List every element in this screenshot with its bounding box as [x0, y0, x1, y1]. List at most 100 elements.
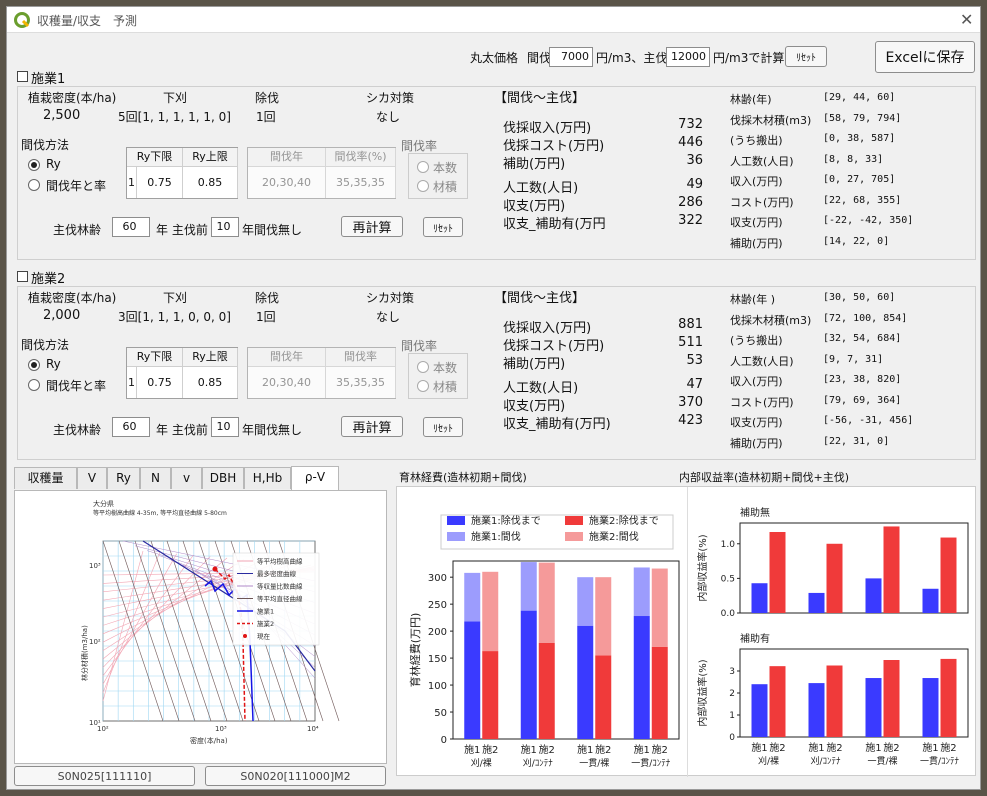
op2-radio-ry[interactable]: [28, 359, 40, 371]
app-logo-icon: [14, 12, 30, 28]
op2-radio-year[interactable]: [28, 379, 40, 391]
op2-ry-high-cell[interactable]: 0.85: [183, 367, 238, 398]
op1-checkbox[interactable]: [17, 71, 28, 82]
op2-detail-value: [72, 100, 854]: [823, 312, 908, 324]
y-tick-label: 50: [434, 708, 447, 719]
op2-reset-button[interactable]: ﾘｾｯﾄ: [423, 417, 463, 437]
op2-year-label: 年 主伐前: [156, 423, 208, 437]
op1-ry-high-cell[interactable]: 0.85: [183, 167, 238, 198]
op1-summary-value: 49: [686, 177, 703, 192]
irr-bar-op1: [751, 684, 768, 737]
price-reset-button[interactable]: ﾘｾｯﾄ: [785, 46, 827, 67]
op1-density: 2,500: [43, 108, 81, 123]
y-tick-label: 0.5: [721, 574, 735, 584]
op1-summary-value: 286: [678, 195, 703, 210]
op1-panel: 植栽密度(本/ha) 下刈 除伐 シカ対策 2,500 5回[1, 1, 1, 1, 1,…: [17, 86, 976, 260]
op1-reset-button[interactable]: ﾘｾｯﾄ: [423, 217, 463, 237]
tab-3[interactable]: N: [140, 467, 171, 489]
op1-weeding: 5回[1, 1, 1, 1, 1, 0]: [118, 110, 231, 124]
x-sub-label: 施2: [595, 743, 611, 756]
irr-bar-op1: [922, 588, 939, 613]
op1-detail-label: 伐採木材積(m3): [730, 113, 812, 127]
op1-rate-radio1: [417, 161, 429, 173]
bar-op2-base: [651, 646, 668, 739]
op2-radio-ry-label: Ry: [46, 357, 61, 371]
diagram-subtitle: 等平均樹高曲線 4-35m, 等平均直径曲線 5-80cm: [93, 509, 227, 517]
legend-label: 施業2:間伐: [589, 530, 639, 543]
op1-rate-box: 本数 材積: [408, 153, 468, 199]
op2-summary-value: 47: [686, 377, 703, 392]
op1-recalc-button[interactable]: 再計算: [341, 216, 403, 237]
op2-detail-value: [-56, -31, 456]: [823, 415, 914, 426]
op2-detail-label: コスト(万円): [730, 395, 794, 409]
op2-cleaning: 1回: [256, 310, 276, 324]
op1-none-label: 年間伐無し: [242, 223, 303, 237]
op1-radio-ry[interactable]: [28, 159, 40, 171]
tab-6[interactable]: H,Hb: [244, 467, 291, 489]
op1-summary-value: 322: [678, 213, 703, 228]
op1-before-input[interactable]: 10: [211, 217, 239, 237]
op2-main-age-label: 主伐林齢: [53, 423, 102, 437]
op1-title: 施業1: [31, 72, 66, 87]
op2-ry-high-header: Ry上限: [183, 348, 238, 367]
main-price-input[interactable]: 12000: [666, 47, 710, 67]
tab-2[interactable]: Ry: [107, 467, 140, 489]
bar-op1-thin: [577, 577, 594, 626]
tab-5[interactable]: DBH: [202, 467, 244, 489]
op2-detail-label: 補助(万円): [730, 436, 783, 450]
y-tick: 10²: [89, 638, 101, 646]
op1-weeding-header: 下刈: [163, 91, 188, 105]
op1-summary-label: 伐採収入(万円): [503, 121, 592, 136]
op2-before-input[interactable]: 10: [211, 417, 239, 437]
x-sub-label: 施2: [482, 743, 498, 756]
thin-price-input[interactable]: 7000: [549, 47, 593, 67]
diagram-ylabel: 林分材積(m3/ha): [80, 625, 89, 681]
irr-bar-op1: [865, 678, 882, 737]
y-tick-label: 2: [729, 689, 735, 699]
bar-op1-base: [464, 621, 481, 739]
op2-detail-value: [22, 31, 0]: [823, 435, 890, 447]
legend-swatch: [447, 516, 465, 525]
op2-recalc-button[interactable]: 再計算: [341, 416, 403, 437]
cost-chart: 施業1:除伐まで施業1:間伐 施業2:除伐まで施業2:間伐 0 50 100 150 200…: [408, 514, 680, 769]
diagram-xlabel: 密度(本/ha): [190, 736, 228, 745]
cost-ylabel: 育林経費(万円): [408, 613, 422, 688]
tab-7[interactable]: ρ-V: [291, 466, 339, 490]
op2-rate-opt1: 本数: [433, 361, 458, 375]
bar-op1-base: [577, 625, 594, 739]
x-sub-label: 施2: [539, 743, 555, 756]
op1-detail-label: (うち搬出): [730, 134, 783, 147]
op2-rate-label: 間伐率: [401, 339, 438, 353]
op2-code-button[interactable]: S0N020[111000]M2: [205, 766, 386, 786]
main-window: 収穫量/収支 予測 ✕ 丸太価格 間伐 7000 円/m3、主伐 12000 円…: [6, 6, 981, 790]
y-tick-label: 150: [428, 654, 447, 665]
tab-1[interactable]: V: [77, 467, 107, 489]
legend-label: 等平均直径曲線: [257, 594, 303, 603]
op1-rate-opt2: 材積: [433, 180, 458, 194]
op2-none-label: 年間伐無し: [242, 423, 303, 437]
irr-ylabel: 内部収益率(%): [696, 659, 709, 726]
op1-code-button[interactable]: S0N025[111110]: [14, 766, 195, 786]
op2-main-age-input[interactable]: 60: [112, 417, 150, 437]
op1-ry-low-cell[interactable]: 0.75: [137, 167, 183, 198]
irr-ylabel: 内部収益率(%): [696, 534, 709, 601]
op2-detail-label: 人工数(人日): [730, 354, 794, 368]
tab-4[interactable]: v: [171, 467, 202, 489]
x-sub-label: 施1: [808, 741, 824, 754]
x-sub-label: 施1: [751, 741, 767, 754]
x-category-label: 一貫/ｺﾝﾃﾅ: [631, 758, 671, 769]
legend-label: 施業2: [257, 619, 274, 628]
op1-main-age-input[interactable]: 60: [112, 217, 150, 237]
thin-price-unit: 円/m3、主伐: [596, 51, 668, 65]
excel-save-button[interactable]: Excelに保存: [875, 41, 975, 73]
op2-ry-low-cell[interactable]: 0.75: [137, 367, 183, 398]
irr-bar-op1: [808, 592, 825, 613]
irr-bar-op2: [769, 532, 786, 613]
op1-radio-year[interactable]: [28, 179, 40, 191]
tab-0[interactable]: 収穫量: [14, 467, 77, 489]
bar-op1-thin: [520, 562, 537, 611]
close-icon[interactable]: ✕: [960, 10, 973, 29]
op1-year-header: 間伐年: [248, 148, 326, 167]
op2-checkbox[interactable]: [17, 271, 28, 282]
op2-panel: 植栽密度(本/ha) 下刈 除伐 シカ対策 2,000 3回[1, 1, 1, 0, 0,…: [17, 286, 976, 460]
